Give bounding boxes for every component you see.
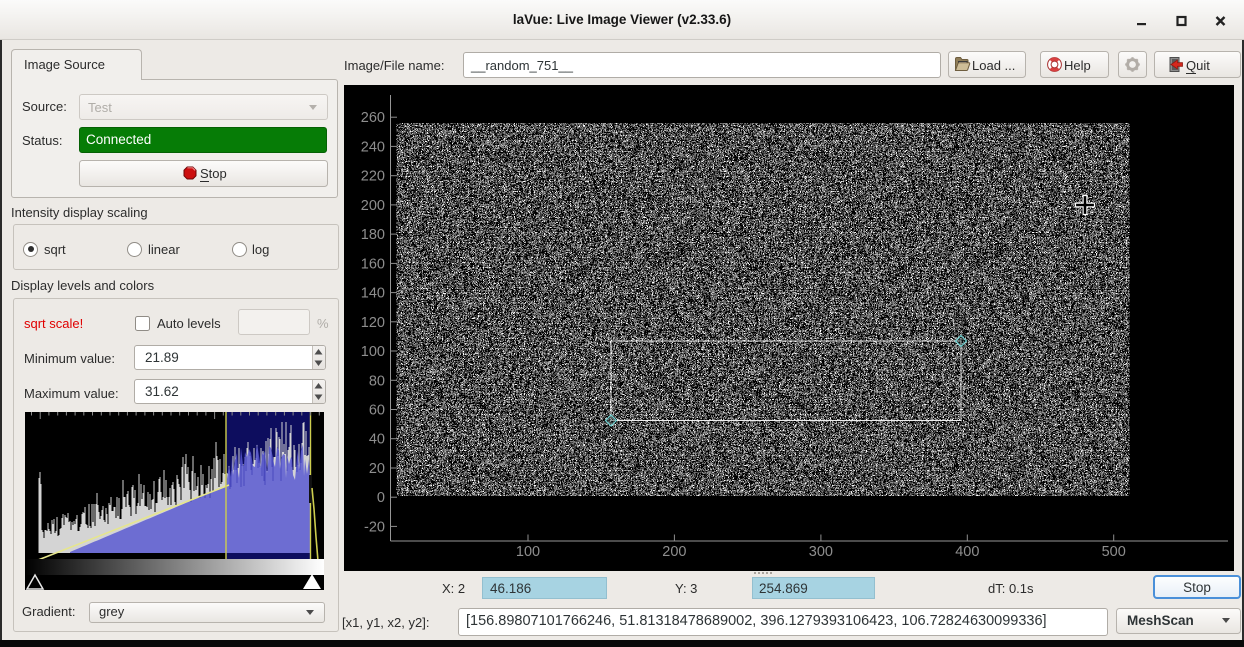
svg-text:300: 300 [809, 544, 833, 560]
svg-text:400: 400 [955, 544, 979, 560]
svg-text:500: 500 [1102, 544, 1126, 560]
svg-text:-20: -20 [364, 519, 385, 535]
svg-text:200: 200 [361, 198, 385, 214]
svg-text:160: 160 [361, 256, 385, 272]
svg-text:260: 260 [361, 110, 385, 126]
svg-text:140: 140 [361, 286, 385, 302]
svg-text:100: 100 [516, 544, 540, 560]
svg-text:240: 240 [361, 139, 385, 155]
svg-text:40: 40 [369, 432, 385, 448]
svg-text:80: 80 [369, 373, 385, 389]
svg-text:120: 120 [361, 315, 385, 331]
svg-text:20: 20 [369, 461, 385, 477]
svg-text:220: 220 [361, 169, 385, 185]
svg-text:180: 180 [361, 227, 385, 243]
svg-text:0: 0 [377, 490, 385, 506]
svg-text:60: 60 [369, 403, 385, 419]
svg-text:200: 200 [662, 544, 686, 560]
svg-text:100: 100 [361, 344, 385, 360]
